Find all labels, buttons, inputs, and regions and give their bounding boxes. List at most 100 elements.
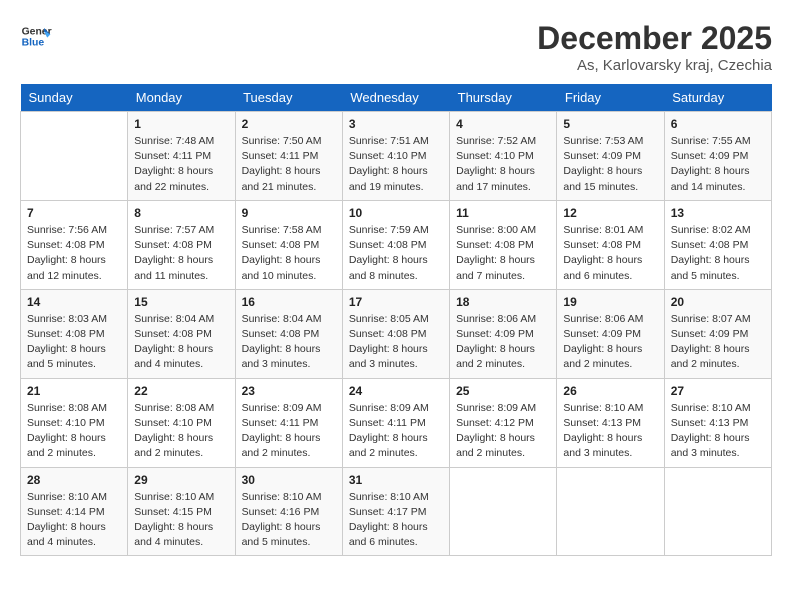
day-cell: 20 Sunrise: 8:07 AMSunset: 4:09 PMDaylig… [664,289,771,378]
cell-info: Sunrise: 8:02 AMSunset: 4:08 PMDaylight:… [671,223,765,284]
cell-info: Sunrise: 8:10 AMSunset: 4:14 PMDaylight:… [27,490,121,551]
cell-info: Sunrise: 8:06 AMSunset: 4:09 PMDaylight:… [563,312,657,373]
cell-info: Sunrise: 8:04 AMSunset: 4:08 PMDaylight:… [242,312,336,373]
day-cell: 27 Sunrise: 8:10 AMSunset: 4:13 PMDaylig… [664,378,771,467]
cell-info: Sunrise: 7:57 AMSunset: 4:08 PMDaylight:… [134,223,228,284]
day-number: 1 [134,117,228,131]
day-number: 30 [242,473,336,487]
day-number: 4 [456,117,550,131]
day-cell: 22 Sunrise: 8:08 AMSunset: 4:10 PMDaylig… [128,378,235,467]
cell-info: Sunrise: 8:07 AMSunset: 4:09 PMDaylight:… [671,312,765,373]
cell-info: Sunrise: 8:08 AMSunset: 4:10 PMDaylight:… [27,401,121,462]
cell-info: Sunrise: 8:09 AMSunset: 4:11 PMDaylight:… [242,401,336,462]
col-header-monday: Monday [128,84,235,112]
day-number: 7 [27,206,121,220]
week-row-1: 1 Sunrise: 7:48 AMSunset: 4:11 PMDayligh… [21,112,772,201]
day-cell: 28 Sunrise: 8:10 AMSunset: 4:14 PMDaylig… [21,467,128,556]
day-cell: 11 Sunrise: 8:00 AMSunset: 4:08 PMDaylig… [450,200,557,289]
day-number: 16 [242,295,336,309]
day-cell: 24 Sunrise: 8:09 AMSunset: 4:11 PMDaylig… [342,378,449,467]
cell-info: Sunrise: 8:01 AMSunset: 4:08 PMDaylight:… [563,223,657,284]
day-cell: 31 Sunrise: 8:10 AMSunset: 4:17 PMDaylig… [342,467,449,556]
cell-info: Sunrise: 8:10 AMSunset: 4:17 PMDaylight:… [349,490,443,551]
cell-info: Sunrise: 7:48 AMSunset: 4:11 PMDaylight:… [134,134,228,195]
day-cell: 18 Sunrise: 8:06 AMSunset: 4:09 PMDaylig… [450,289,557,378]
day-cell: 12 Sunrise: 8:01 AMSunset: 4:08 PMDaylig… [557,200,664,289]
cell-info: Sunrise: 7:56 AMSunset: 4:08 PMDaylight:… [27,223,121,284]
col-header-tuesday: Tuesday [235,84,342,112]
day-cell [450,467,557,556]
day-cell: 29 Sunrise: 8:10 AMSunset: 4:15 PMDaylig… [128,467,235,556]
day-number: 9 [242,206,336,220]
cell-info: Sunrise: 8:05 AMSunset: 4:08 PMDaylight:… [349,312,443,373]
day-cell [664,467,771,556]
day-number: 3 [349,117,443,131]
col-header-sunday: Sunday [21,84,128,112]
day-cell: 26 Sunrise: 8:10 AMSunset: 4:13 PMDaylig… [557,378,664,467]
cell-info: Sunrise: 8:09 AMSunset: 4:12 PMDaylight:… [456,401,550,462]
day-cell: 19 Sunrise: 8:06 AMSunset: 4:09 PMDaylig… [557,289,664,378]
day-number: 23 [242,384,336,398]
day-cell: 13 Sunrise: 8:02 AMSunset: 4:08 PMDaylig… [664,200,771,289]
cell-info: Sunrise: 8:10 AMSunset: 4:15 PMDaylight:… [134,490,228,551]
svg-text:Blue: Blue [22,38,45,49]
cell-info: Sunrise: 8:00 AMSunset: 4:08 PMDaylight:… [456,223,550,284]
day-number: 14 [27,295,121,309]
day-number: 26 [563,384,657,398]
month-title: December 2025 [537,20,772,57]
cell-info: Sunrise: 8:08 AMSunset: 4:10 PMDaylight:… [134,401,228,462]
day-number: 6 [671,117,765,131]
cell-info: Sunrise: 8:04 AMSunset: 4:08 PMDaylight:… [134,312,228,373]
day-cell [21,112,128,201]
day-cell: 17 Sunrise: 8:05 AMSunset: 4:08 PMDaylig… [342,289,449,378]
day-number: 17 [349,295,443,309]
day-number: 18 [456,295,550,309]
cell-info: Sunrise: 7:58 AMSunset: 4:08 PMDaylight:… [242,223,336,284]
cell-info: Sunrise: 7:53 AMSunset: 4:09 PMDaylight:… [563,134,657,195]
day-cell: 1 Sunrise: 7:48 AMSunset: 4:11 PMDayligh… [128,112,235,201]
day-cell: 30 Sunrise: 8:10 AMSunset: 4:16 PMDaylig… [235,467,342,556]
page-header: General Blue December 2025 As, Karlovars… [20,20,772,74]
day-number: 28 [27,473,121,487]
day-number: 24 [349,384,443,398]
cell-info: Sunrise: 8:10 AMSunset: 4:16 PMDaylight:… [242,490,336,551]
location-subtitle: As, Karlovarsky kraj, Czechia [537,57,772,74]
day-number: 11 [456,206,550,220]
day-number: 10 [349,206,443,220]
day-cell: 15 Sunrise: 8:04 AMSunset: 4:08 PMDaylig… [128,289,235,378]
cell-info: Sunrise: 7:59 AMSunset: 4:08 PMDaylight:… [349,223,443,284]
cell-info: Sunrise: 7:50 AMSunset: 4:11 PMDaylight:… [242,134,336,195]
day-cell: 6 Sunrise: 7:55 AMSunset: 4:09 PMDayligh… [664,112,771,201]
day-cell: 23 Sunrise: 8:09 AMSunset: 4:11 PMDaylig… [235,378,342,467]
header-row: SundayMondayTuesdayWednesdayThursdayFrid… [21,84,772,112]
cell-info: Sunrise: 8:10 AMSunset: 4:13 PMDaylight:… [563,401,657,462]
day-cell: 25 Sunrise: 8:09 AMSunset: 4:12 PMDaylig… [450,378,557,467]
col-header-friday: Friday [557,84,664,112]
week-row-3: 14 Sunrise: 8:03 AMSunset: 4:08 PMDaylig… [21,289,772,378]
day-cell: 4 Sunrise: 7:52 AMSunset: 4:10 PMDayligh… [450,112,557,201]
day-cell: 10 Sunrise: 7:59 AMSunset: 4:08 PMDaylig… [342,200,449,289]
day-cell: 21 Sunrise: 8:08 AMSunset: 4:10 PMDaylig… [21,378,128,467]
day-cell: 7 Sunrise: 7:56 AMSunset: 4:08 PMDayligh… [21,200,128,289]
day-cell [557,467,664,556]
cell-info: Sunrise: 8:10 AMSunset: 4:13 PMDaylight:… [671,401,765,462]
day-cell: 14 Sunrise: 8:03 AMSunset: 4:08 PMDaylig… [21,289,128,378]
col-header-saturday: Saturday [664,84,771,112]
day-number: 15 [134,295,228,309]
day-cell: 3 Sunrise: 7:51 AMSunset: 4:10 PMDayligh… [342,112,449,201]
week-row-5: 28 Sunrise: 8:10 AMSunset: 4:14 PMDaylig… [21,467,772,556]
calendar-body: 1 Sunrise: 7:48 AMSunset: 4:11 PMDayligh… [21,112,772,556]
cell-info: Sunrise: 8:09 AMSunset: 4:11 PMDaylight:… [349,401,443,462]
logo: General Blue [20,20,52,52]
cell-info: Sunrise: 7:55 AMSunset: 4:09 PMDaylight:… [671,134,765,195]
cell-info: Sunrise: 7:51 AMSunset: 4:10 PMDaylight:… [349,134,443,195]
col-header-wednesday: Wednesday [342,84,449,112]
cell-info: Sunrise: 8:03 AMSunset: 4:08 PMDaylight:… [27,312,121,373]
cell-info: Sunrise: 8:06 AMSunset: 4:09 PMDaylight:… [456,312,550,373]
day-number: 2 [242,117,336,131]
day-cell: 8 Sunrise: 7:57 AMSunset: 4:08 PMDayligh… [128,200,235,289]
day-number: 31 [349,473,443,487]
day-number: 20 [671,295,765,309]
title-block: December 2025 As, Karlovarsky kraj, Czec… [537,20,772,74]
logo-icon: General Blue [20,20,52,52]
